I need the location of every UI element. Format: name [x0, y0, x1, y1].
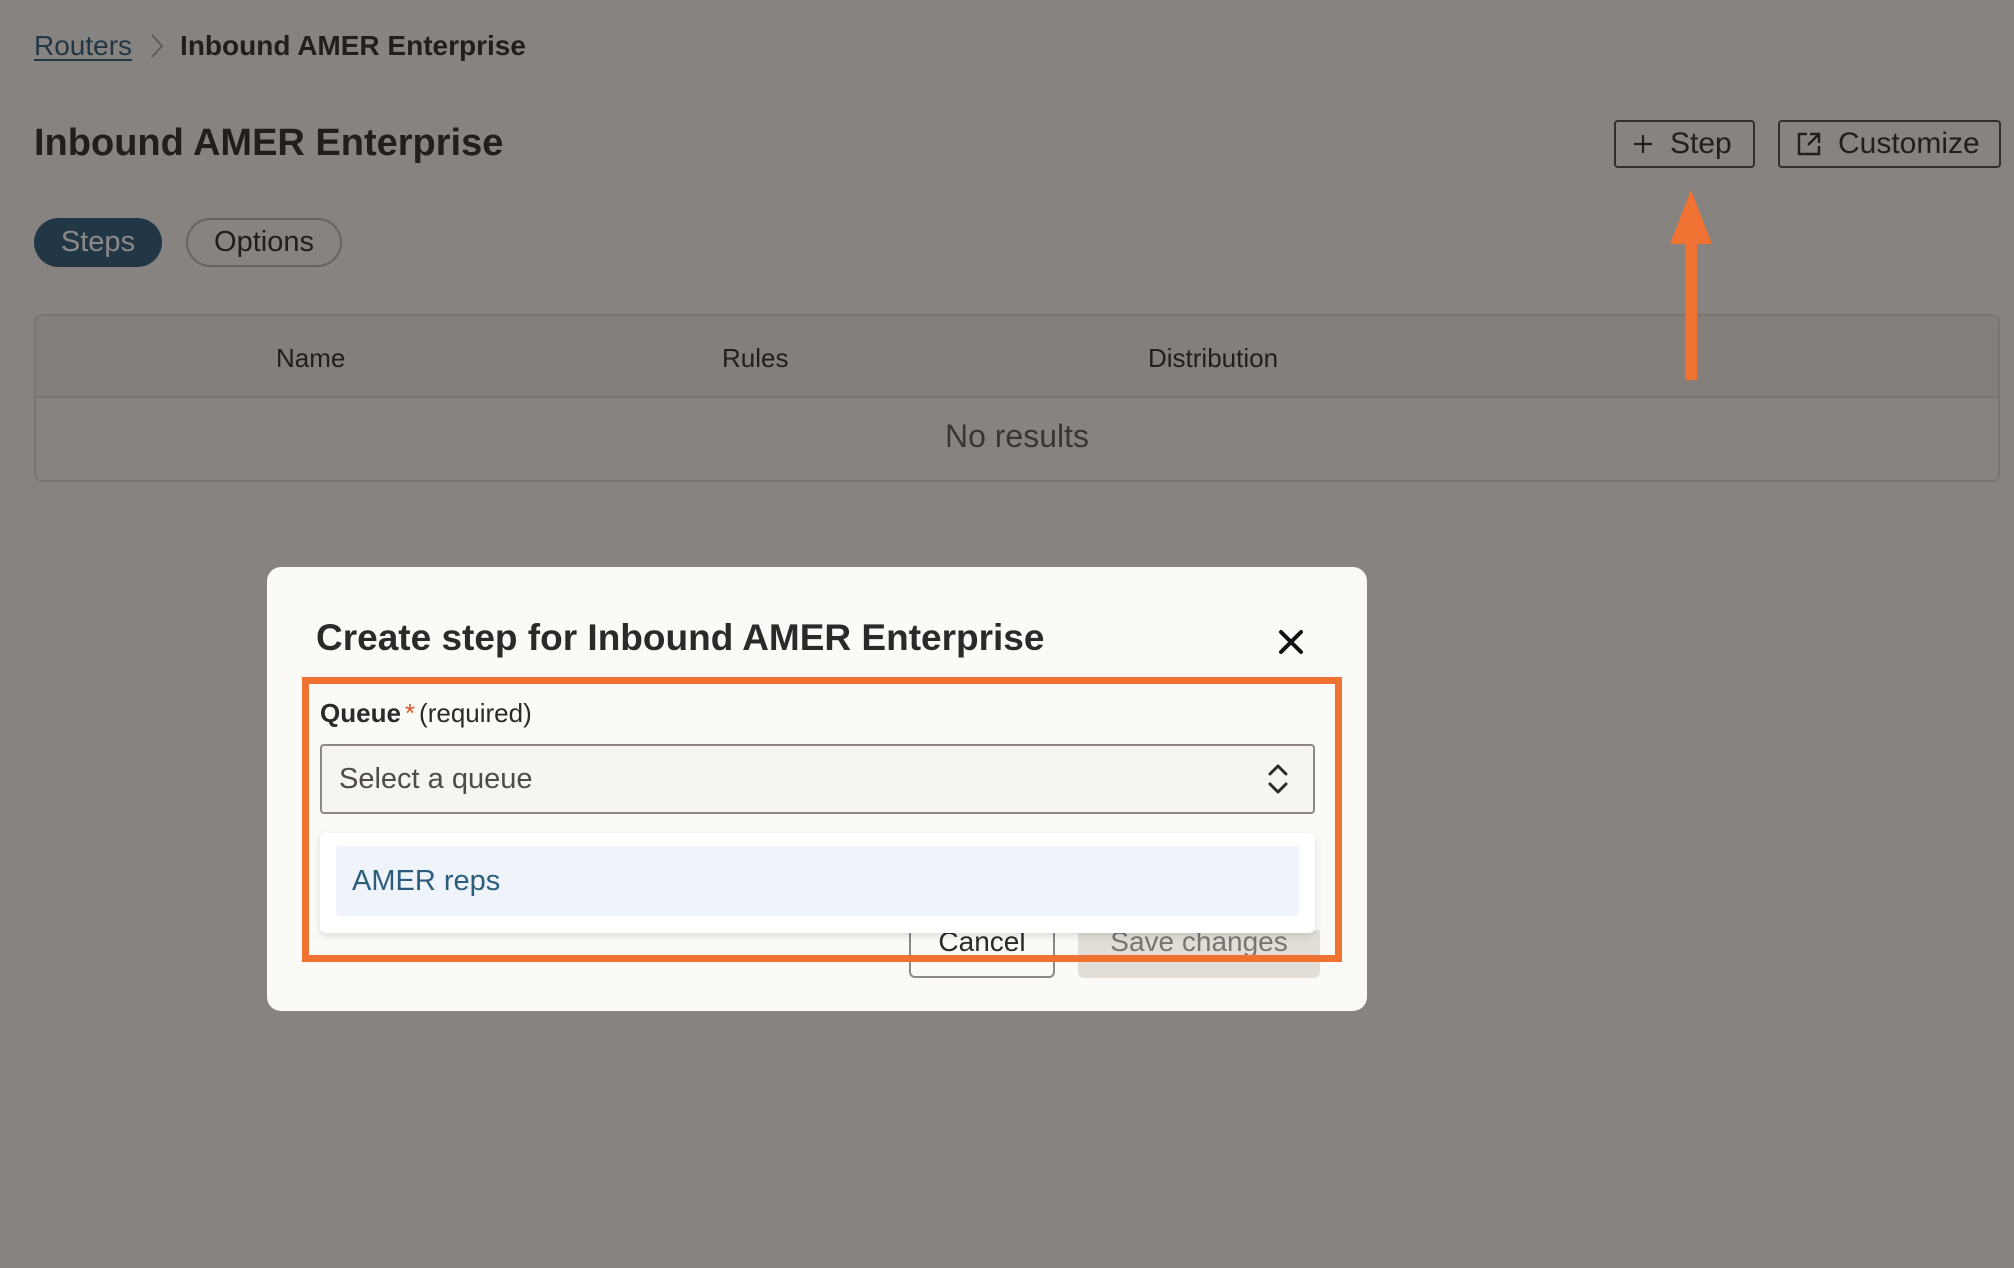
annotation-highlight-box	[302, 677, 1342, 962]
close-icon[interactable]	[1276, 627, 1306, 657]
modal-title: Create step for Inbound AMER Enterprise	[316, 617, 1045, 658]
annotation-arrow	[1670, 190, 1712, 380]
